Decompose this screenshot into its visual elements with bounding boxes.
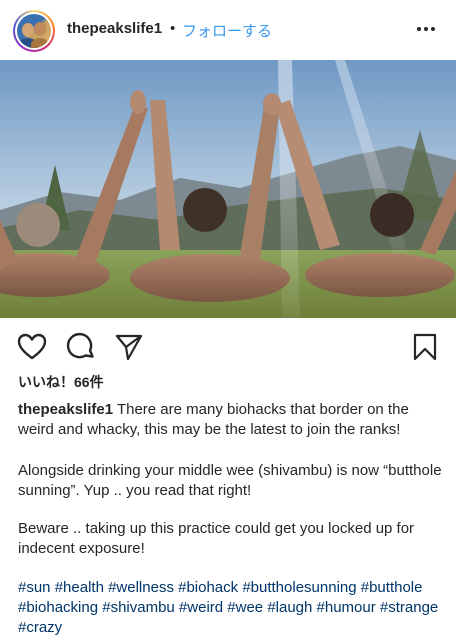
follow-button[interactable]: フォローする xyxy=(182,20,272,41)
avatar[interactable] xyxy=(13,10,55,52)
caption-text-3: Beware .. taking up this practice could … xyxy=(18,520,415,557)
paper-plane-icon[interactable] xyxy=(114,332,144,362)
heart-icon[interactable] xyxy=(17,332,47,362)
post-header: thepeakslife1 • フォローする xyxy=(0,0,456,60)
bookmark-icon[interactable] xyxy=(410,332,440,362)
hashtags[interactable]: #sun #health #wellness #biohack #butthol… xyxy=(18,578,442,638)
more-horizontal-icon[interactable] xyxy=(414,17,438,41)
post-photo[interactable] xyxy=(0,60,456,318)
caption-username[interactable]: thepeakslife1 xyxy=(18,401,113,418)
username-link[interactable]: thepeakslife1 xyxy=(67,20,162,37)
caption-paragraph-1: thepeakslife1 There are many biohacks th… xyxy=(18,400,442,440)
action-bar xyxy=(0,318,456,374)
caption-text-2: Alongside drinking your middle wee (shiv… xyxy=(18,462,442,499)
likes-count[interactable]: いいね！66件 xyxy=(18,372,104,392)
comment-icon[interactable] xyxy=(66,332,96,362)
separator-dot: • xyxy=(170,20,176,37)
